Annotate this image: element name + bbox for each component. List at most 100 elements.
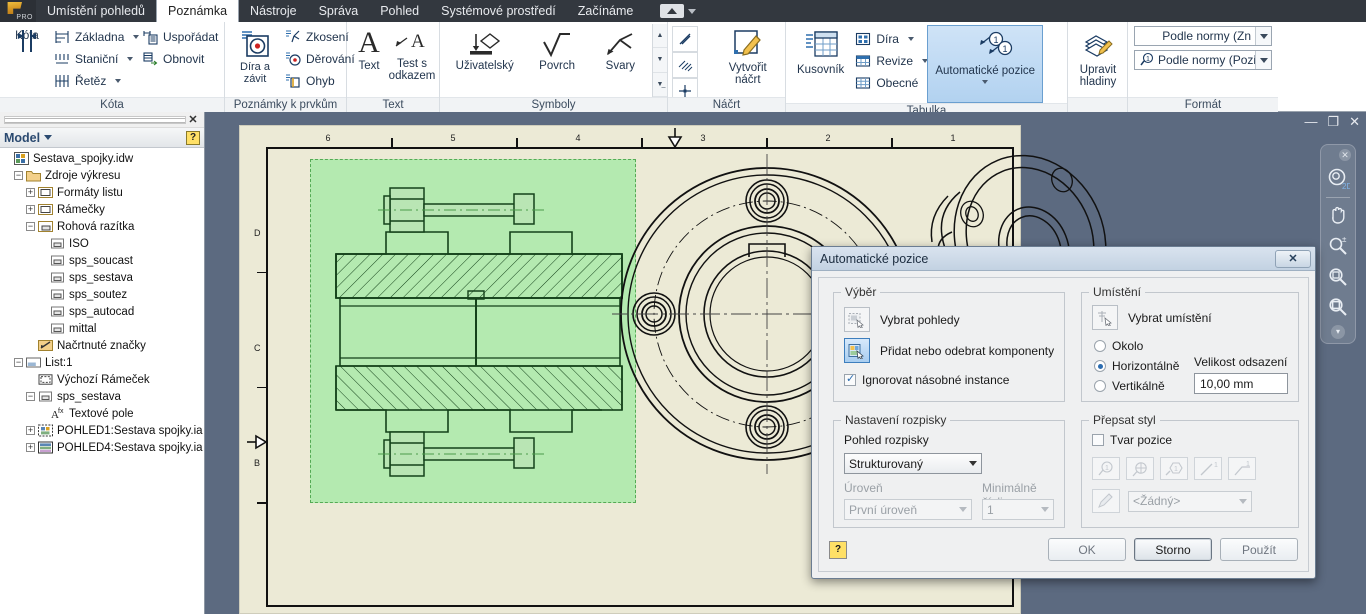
baseline-dimension-button[interactable]: Základna	[50, 26, 140, 48]
close-button[interactable]: ✕	[1349, 114, 1360, 130]
balloon-hexagon-icon[interactable]: 1	[1160, 457, 1188, 480]
menu-item-nastroje[interactable]: Nástroje	[239, 0, 308, 22]
style-picker-row[interactable]: <Žádný>	[1092, 489, 1252, 513]
revision-table-button[interactable]: Revize	[851, 50, 928, 72]
add-remove-components-icon[interactable]	[844, 338, 870, 363]
help-icon[interactable]: ?	[186, 130, 200, 145]
bom-mindigits-select[interactable]: 1	[982, 499, 1054, 520]
scroll-up-button[interactable]: ▲	[653, 24, 667, 49]
select-placement-row[interactable]: Vybrat umístění	[1092, 305, 1212, 330]
chevron-down-icon[interactable]	[688, 8, 697, 14]
line-tool-icon[interactable]	[672, 26, 698, 52]
hatch-tool-icon[interactable]	[672, 52, 698, 78]
ordinate-dimension-button[interactable]: Staniční	[50, 48, 138, 70]
balloon-shape-checkbox[interactable]	[1092, 434, 1104, 446]
dialog-title-bar[interactable]: Automatické pozice ✕	[812, 247, 1315, 271]
surface-finish-button[interactable]: Povrch	[530, 30, 584, 97]
general-table-button[interactable]: Obecné	[851, 72, 927, 94]
chevron-down-icon[interactable]	[115, 79, 122, 83]
tree-expand-button[interactable]: +	[26, 443, 35, 452]
tree-expand-button[interactable]: +	[26, 426, 35, 435]
app-logo[interactable]: PRO	[0, 0, 36, 22]
balloon-style-combo[interactable]: 1 Podle normy (Pozice	[1134, 50, 1272, 70]
bend-button[interactable]: Ohyb	[281, 70, 343, 92]
select-views-icon[interactable]	[844, 307, 870, 332]
balloon-underline-icon[interactable]: 1	[1228, 457, 1256, 480]
tree-item[interactable]: Výchozí Rámeček	[2, 371, 204, 388]
placement-option-horizontalne[interactable]: Horizontálně	[1094, 359, 1179, 373]
tree-item[interactable]: mittal	[2, 320, 204, 337]
horizontalne-radio[interactable]	[1094, 360, 1106, 372]
dimension-button[interactable]: Kóta	[4, 24, 50, 97]
auto-balloon-button[interactable]: 1 1 Automatické pozice	[927, 25, 1044, 103]
scroll-down-button[interactable]: ▼	[653, 48, 667, 73]
tree-item[interactable]: + POHLED4:Sestava spojky.ia	[2, 439, 204, 456]
quick-access-button[interactable]	[660, 4, 685, 18]
punch-button[interactable]: Děrování	[281, 48, 355, 70]
tree-item[interactable]: − sps_sestava	[2, 388, 204, 405]
section-view-drawing[interactable]	[318, 166, 638, 496]
leader-text-button[interactable]: A Test s odkazem	[389, 24, 436, 97]
navigation-bar[interactable]: ✕ 2D ± ▾	[1320, 144, 1356, 344]
auto-balloon-dialog[interactable]: Automatické pozice ✕ Výběr Vybrat pohled…	[811, 246, 1316, 579]
balloon-none-icon[interactable]: 1	[1194, 457, 1222, 480]
menu-item-umisteni-pohledu[interactable]: Umístění pohledů	[36, 0, 156, 22]
ignore-multiple-row[interactable]: Ignorovat násobné instance	[844, 372, 1009, 387]
hole-thread-button[interactable]: Díra a závit	[229, 24, 281, 97]
tree-expand-button[interactable]: +	[26, 188, 35, 197]
arrange-button[interactable]: Uspořádat	[138, 26, 222, 48]
tree-item[interactable]: − Zdroje výkresu	[2, 167, 204, 184]
menu-item-zaciname[interactable]: Začínáme	[567, 0, 645, 22]
tree-expand-button[interactable]: +	[26, 205, 35, 214]
pan-icon[interactable]	[1325, 203, 1351, 229]
hole-table-button[interactable]: Díra	[851, 28, 927, 50]
chevron-down-icon[interactable]	[127, 57, 134, 61]
tree-item[interactable]: − Rohová razítka	[2, 218, 204, 235]
model-tree[interactable]: Sestava_spojky.idw − Zdroje výkresu + Formát…	[0, 148, 204, 614]
menu-item-systemove-prostredi[interactable]: Systémové prostředí	[430, 0, 567, 22]
bom-view-select[interactable]: Strukturovaný	[844, 453, 982, 474]
weld-symbol-button[interactable]: Svary	[593, 30, 647, 97]
symbols-gallery-scroll[interactable]: ▲ ▼ ▼̲	[652, 24, 667, 97]
zoom-all-icon[interactable]	[1325, 294, 1351, 320]
tree-item[interactable]: + Rámečky	[2, 201, 204, 218]
zoom-window-icon[interactable]	[1325, 264, 1351, 290]
add-remove-components-row[interactable]: Přidat nebo odebrat komponenty	[844, 338, 1054, 363]
menu-item-pohled[interactable]: Pohled	[369, 0, 430, 22]
menu-item-sprava[interactable]: Správa	[308, 0, 370, 22]
brush-icon[interactable]	[1092, 489, 1120, 513]
tree-item[interactable]: Načrtnuté značky	[2, 337, 204, 354]
bom-level-select[interactable]: První úroveň	[844, 499, 972, 520]
gallery-expand-button[interactable]: ▼̲	[653, 72, 667, 97]
placement-option-okolo[interactable]: Okolo	[1094, 339, 1143, 353]
cancel-button[interactable]: Storno	[1134, 538, 1212, 561]
chain-dimension-button[interactable]: Řetěz	[50, 70, 138, 92]
tree-collapse-button[interactable]: −	[14, 171, 23, 180]
tree-item[interactable]: sps_autocad	[2, 303, 204, 320]
steeringwheel-2d-icon[interactable]: 2D	[1325, 166, 1351, 192]
select-placement-icon[interactable]	[1092, 305, 1118, 330]
chevron-down-icon[interactable]	[44, 135, 53, 140]
style-select[interactable]: <Žádný>	[1128, 490, 1252, 512]
okolo-radio[interactable]	[1094, 340, 1106, 352]
chevron-down-icon[interactable]	[959, 507, 967, 512]
tree-item[interactable]: + Formáty listu	[2, 184, 204, 201]
dialog-close-button[interactable]: ✕	[1275, 249, 1311, 268]
help-icon[interactable]: ?	[829, 540, 847, 559]
refresh-button[interactable]: Obnovit	[138, 48, 222, 70]
tree-item[interactable]: Afx Textové pole	[2, 405, 204, 422]
ok-button[interactable]: OK	[1048, 538, 1126, 561]
text-button[interactable]: A Text	[351, 24, 387, 97]
navbar-close-button[interactable]: ✕	[1339, 149, 1351, 161]
chevron-down-icon[interactable]	[982, 79, 989, 84]
browser-drag-handle[interactable]: ✕	[0, 112, 204, 128]
minimize-button[interactable]: —	[1304, 114, 1317, 130]
vertikalne-radio[interactable]	[1094, 380, 1106, 392]
ignore-multiple-checkbox[interactable]	[844, 372, 856, 386]
chevron-down-icon[interactable]	[1255, 27, 1271, 45]
tree-item[interactable]: sps_soutez	[2, 286, 204, 303]
tree-item[interactable]: + POHLED1:Sestava spojky.ia	[2, 422, 204, 439]
chevron-down-icon[interactable]	[1239, 498, 1247, 504]
annotation-style-combo[interactable]: Podle normy (Zn	[1134, 26, 1272, 46]
tree-collapse-button[interactable]: −	[26, 392, 35, 401]
